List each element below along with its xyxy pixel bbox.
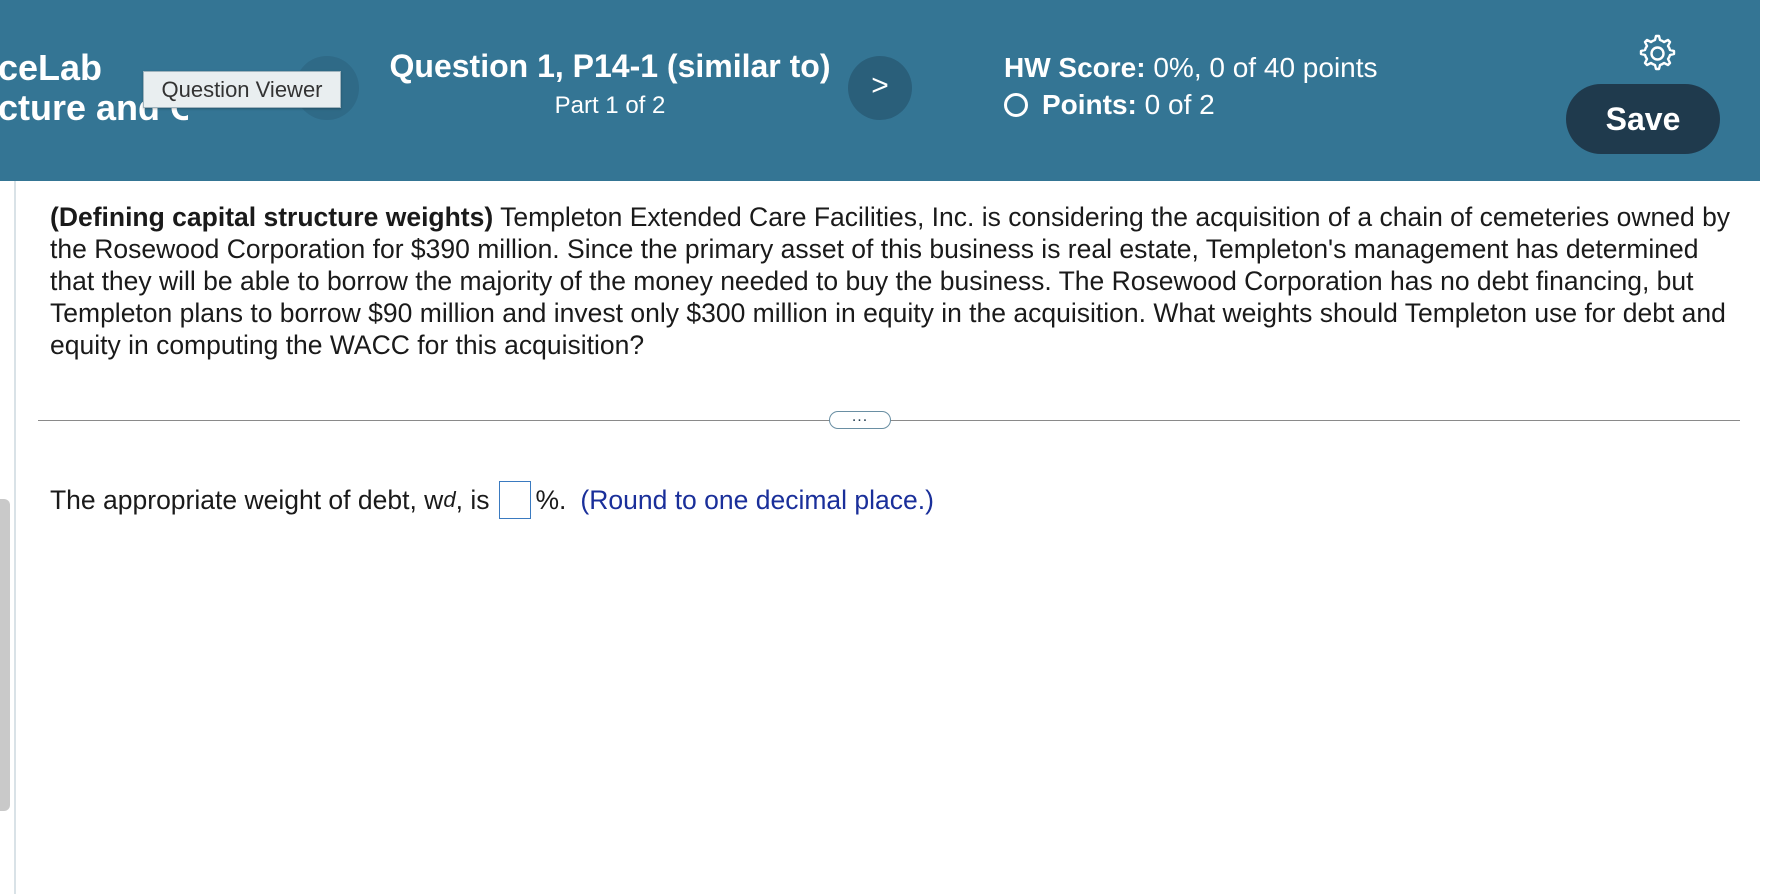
chevron-right-icon: > xyxy=(871,69,889,102)
gear-icon[interactable] xyxy=(1636,32,1676,72)
expand-more-button[interactable]: ... xyxy=(829,409,891,429)
weight-of-debt-input[interactable] xyxy=(499,481,532,519)
top-header: ceLab cture and C Question Viewer Questi… xyxy=(0,0,1760,181)
next-question-button[interactable]: > xyxy=(848,56,912,120)
answer-row: The appropriate weight of debt, wd, is %… xyxy=(50,480,934,520)
question-viewer-tooltip: Question Viewer xyxy=(143,71,341,108)
left-rail xyxy=(0,181,16,894)
page-edge xyxy=(1760,0,1770,894)
question-part: Part 1 of 2 xyxy=(554,92,666,119)
hw-score-label: HW Score: xyxy=(1004,52,1146,83)
empty-circle-icon xyxy=(1004,93,1028,117)
rounding-hint: (Round to one decimal place.) xyxy=(580,485,934,515)
answer-percent: %. xyxy=(535,485,567,515)
points-label: Points: xyxy=(1042,89,1137,120)
answer-prefix: The appropriate weight of debt, w xyxy=(50,485,444,515)
problem-lead: (Defining capital structure weights) xyxy=(50,202,494,232)
hw-score: HW Score: 0%, 0 of 40 points xyxy=(1004,52,1378,84)
answer-suffix: , is xyxy=(455,485,490,515)
points-value: 0 of 2 xyxy=(1144,89,1215,120)
problem-statement: (Defining capital structure weights) Tem… xyxy=(50,201,1740,361)
points: Points: 0 of 2 xyxy=(1004,89,1215,121)
answer-subscript: d xyxy=(443,487,456,512)
question-title: Question 1, P14-1 (similar to) xyxy=(389,48,831,84)
left-scrollbar-thumb[interactable] xyxy=(0,499,10,811)
hw-score-value: 0%, 0 of 40 points xyxy=(1153,52,1378,83)
save-button[interactable]: Save xyxy=(1566,84,1720,154)
